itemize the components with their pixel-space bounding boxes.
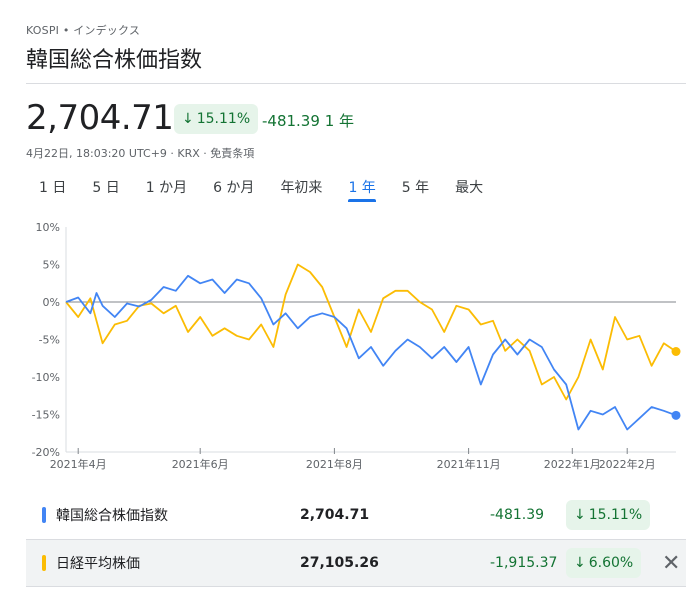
series-endpoint-1 (671, 347, 681, 356)
y-tick-label: -15% (32, 409, 60, 422)
tab-5d[interactable]: 5 日 (79, 178, 132, 202)
compare-row-nikkei[interactable]: 日経平均株価 27,105.26 -1,915.37 ↓ 6.60% ✕ (26, 539, 686, 587)
change-summary: -481.39 1 年 (262, 110, 354, 131)
tab-1d[interactable]: 1 日 (26, 178, 79, 202)
compare-percent: 6.60% (588, 555, 634, 571)
header-divider (26, 83, 686, 84)
y-tick-label: 5% (43, 259, 60, 272)
x-tick-label: 2022年1月 (544, 457, 601, 471)
x-tick-label: 2021年11月 (437, 457, 501, 471)
page-title: 韓国総合株価指数 (26, 48, 203, 73)
compare-percent-badge: ↓ 15.11% (566, 500, 651, 530)
tab-max[interactable]: 最大 (442, 178, 496, 202)
x-tick-label: 2021年4月 (50, 457, 107, 471)
price-chart[interactable]: 10%5%0%-5%-10%-15%-20%2021年4月 2021年6月 2021… (0, 215, 686, 477)
y-tick-label: -10% (32, 371, 60, 384)
series-swatch (42, 555, 46, 571)
compare-percent: 15.11% (588, 507, 643, 523)
down-arrow-icon: ↓ (574, 507, 586, 523)
compare-name: 韓国総合株価指数 (56, 508, 168, 524)
y-tick-label: 10% (36, 221, 60, 234)
change-period: 1 年 (324, 112, 354, 130)
change-value: -481.39 (262, 112, 320, 130)
x-tick-label: 2021年8月 (306, 457, 363, 471)
compare-percent-badge: ↓ 6.60% (566, 548, 642, 578)
current-price: 2,704.71 (26, 98, 174, 138)
compare-price: 2,704.71 (300, 507, 370, 523)
x-tick-label: 2022年2月 (599, 457, 656, 471)
close-icon[interactable]: ✕ (662, 551, 680, 576)
tab-5y[interactable]: 5 年 (389, 178, 442, 202)
quote-meta: 4月22日, 18:03:20 UTC+9 · KRX · 免責条項 (26, 147, 255, 160)
tab-6m[interactable]: 6 か月 (200, 178, 267, 202)
compare-change: -1,915.37 (490, 555, 558, 571)
tab-ytd[interactable]: 年初来 (267, 178, 335, 202)
y-tick-label: 0% (43, 296, 60, 309)
ticker-label: KOSPI • インデックス (26, 24, 141, 37)
series-endpoint-0 (671, 410, 681, 420)
compare-change: -481.39 (490, 507, 545, 523)
chart-lines (65, 263, 681, 431)
compare-price: 27,105.26 (300, 555, 379, 571)
change-percent-badge: ↓ 15.11% (174, 104, 259, 134)
down-arrow-icon: ↓ (182, 111, 194, 127)
series-line-1 (65, 263, 677, 401)
x-tick-label: 2021年6月 (172, 457, 229, 471)
compare-name: 日経平均株価 (56, 556, 140, 572)
tab-1y[interactable]: 1 年 (335, 178, 388, 202)
series-swatch (42, 507, 46, 523)
range-tabs: 1 日 5 日 1 か月 6 か月 年初来 1 年 5 年 最大 (26, 178, 496, 204)
down-arrow-icon: ↓ (574, 555, 586, 571)
chart-labels: 10%5%0%-5%-10%-15%-20%2021年4月 2021年6月 2021… (32, 221, 656, 471)
compare-row-kospi[interactable]: 韓国総合株価指数 2,704.71 -481.39 ↓ 15.11% (26, 492, 686, 538)
y-tick-label: -5% (39, 334, 60, 347)
tab-1m[interactable]: 1 か月 (133, 178, 200, 202)
series-line-0 (65, 274, 677, 431)
change-percent: 15.11% (196, 111, 251, 127)
